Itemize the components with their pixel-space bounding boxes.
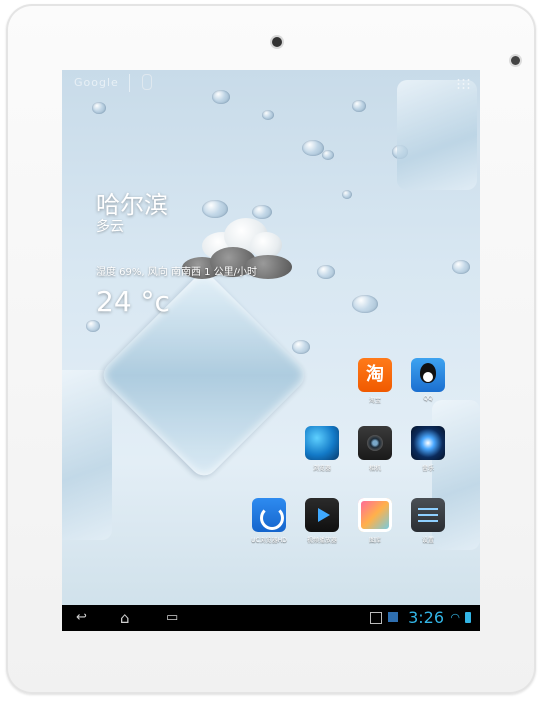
water-bubble (202, 200, 228, 218)
app-browser[interactable]: 浏览器 (300, 426, 344, 472)
voice-search-mic-icon[interactable] (142, 74, 152, 90)
google-search-bar[interactable]: Google (74, 76, 119, 89)
light-sensor (511, 56, 520, 65)
wifi-icon: ◠ (450, 611, 460, 624)
camera-icon (358, 426, 392, 460)
app-label: 设置 (421, 537, 434, 544)
video-player-icon (305, 498, 339, 532)
app-uc-browser[interactable]: UC浏览器HD (247, 498, 291, 544)
all-apps-grid-icon[interactable] (456, 78, 470, 90)
app-video-player[interactable]: 视频播放器 (300, 498, 344, 544)
uc-browser-icon (252, 498, 286, 532)
weather-city[interactable]: 哈尔滨 (96, 185, 168, 220)
app-qq[interactable]: QQ (406, 358, 450, 402)
taobao-icon: 淘 (358, 358, 392, 392)
app-notification-icon[interactable] (388, 612, 398, 622)
ice-cube-decoration (397, 80, 477, 190)
settings-icon (411, 498, 445, 532)
app-music[interactable]: 音乐 (406, 426, 450, 472)
back-button[interactable]: ↩ (76, 610, 87, 626)
water-bubble (352, 100, 366, 112)
app-taobao[interactable]: 淘 淘宝 (353, 358, 397, 404)
app-label: 图库 (368, 537, 381, 544)
water-bubble (262, 110, 274, 120)
water-bubble (252, 205, 272, 219)
app-label: 视频播放器 (306, 537, 337, 544)
app-label: 淘宝 (368, 397, 381, 404)
status-clock[interactable]: 3:26 (408, 608, 444, 627)
app-label: 音乐 (421, 465, 434, 472)
system-navigation-bar: ↩ ⌂ ▭ 3:26 ◠ (62, 605, 480, 631)
weather-temperature: 24 °c (96, 285, 170, 318)
app-label: UC浏览器HD (251, 537, 287, 544)
gallery-icon (358, 498, 392, 532)
water-bubble (92, 102, 106, 114)
front-camera (272, 37, 282, 47)
water-bubble (452, 260, 470, 274)
water-bubble (352, 295, 378, 313)
water-bubble (342, 190, 352, 199)
browser-globe-icon (305, 426, 339, 460)
water-bubble (302, 140, 324, 156)
app-settings[interactable]: 设置 (406, 498, 450, 544)
home-button[interactable]: ⌂ (120, 610, 130, 626)
qq-penguin-icon (411, 358, 445, 392)
water-bubble (322, 150, 334, 160)
home-screen: Google 哈尔滨 多云 湿度 69%, 风向 南南西 1 公里/小时 24 … (62, 70, 480, 631)
battery-icon (465, 612, 471, 623)
app-label: 相机 (368, 465, 381, 472)
screenshot-notification-icon[interactable] (370, 612, 382, 624)
water-bubble (86, 320, 100, 332)
app-label: QQ (423, 395, 433, 402)
google-logo-text: Google (74, 76, 119, 89)
music-speaker-icon (411, 426, 445, 460)
app-camera[interactable]: 相机 (353, 426, 397, 472)
search-divider (129, 74, 130, 92)
water-bubble (317, 265, 335, 279)
weather-condition: 多云 (96, 219, 124, 235)
water-bubble (292, 340, 310, 354)
ice-cube-decoration (62, 370, 112, 540)
weather-details: 湿度 69%, 风向 南南西 1 公里/小时 (96, 267, 258, 278)
app-label: 浏览器 (312, 465, 331, 472)
app-gallery[interactable]: 图库 (353, 498, 397, 544)
recent-apps-button[interactable]: ▭ (166, 610, 178, 626)
water-bubble (212, 90, 230, 104)
